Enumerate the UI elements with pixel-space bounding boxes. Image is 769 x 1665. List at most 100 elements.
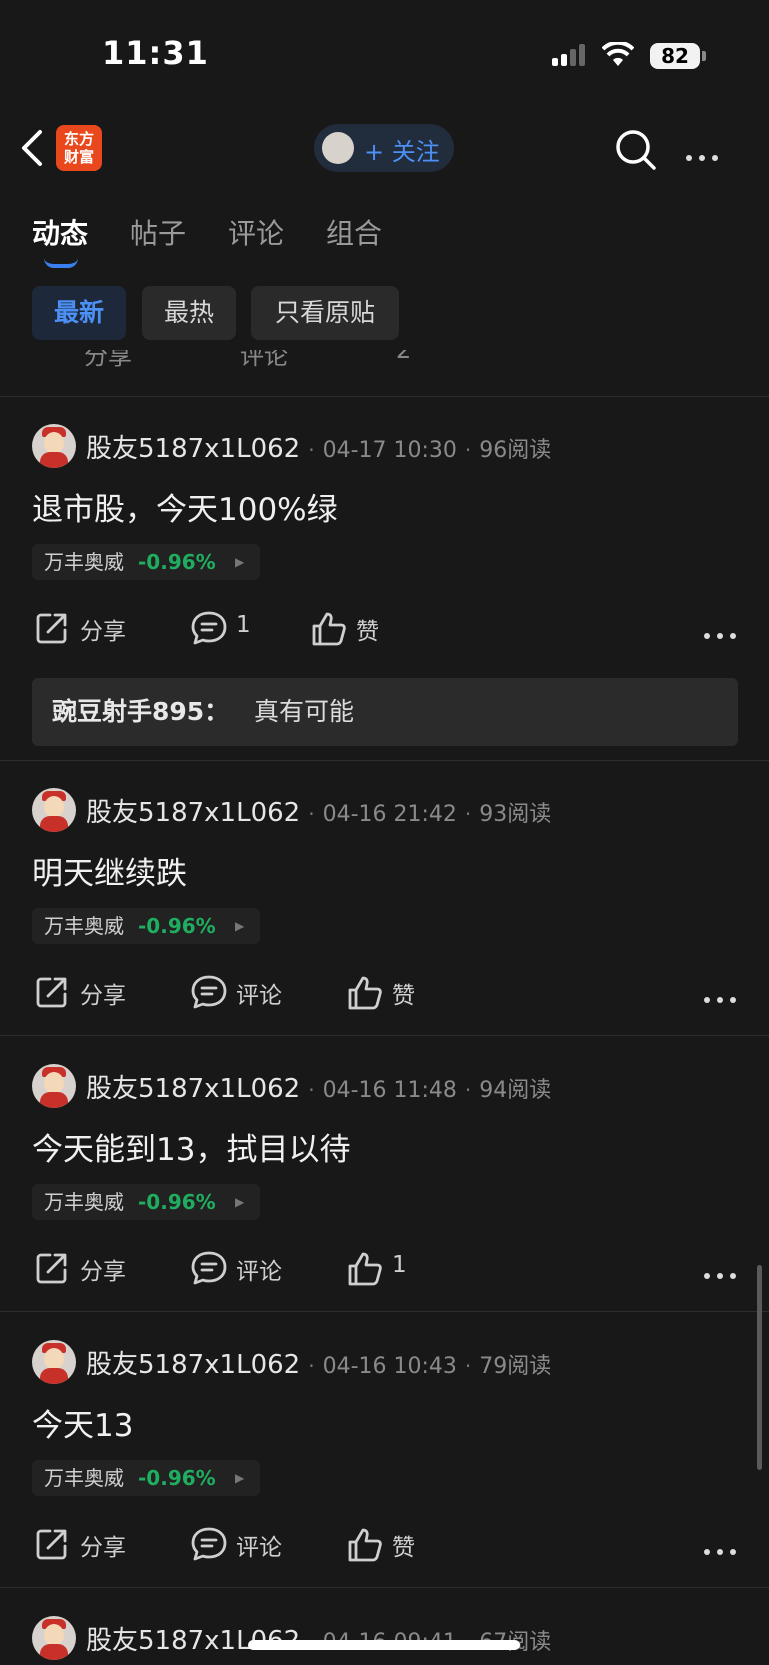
comment-icon (191, 1251, 227, 1285)
reply-preview[interactable]: 豌豆射手895： 真有可能 (32, 678, 738, 746)
more-dots-icon[interactable] (704, 624, 743, 643)
post-meta: 股友5187x1L062 · 04-17 10:30 · 96阅读 (86, 434, 552, 464)
post-meta: 股友5187x1L062 · 04-16 10:43 · 79阅读 (86, 1350, 552, 1380)
post-content[interactable]: 退市股，今天100%绿 (32, 484, 338, 529)
home-indicator[interactable] (248, 1640, 520, 1650)
filter-latest[interactable]: 最新 (32, 286, 126, 340)
post-item[interactable]: 股友5187x1L062 · 04-17 10:30 · 96阅读 退市股，今天100%… (0, 420, 769, 760)
more-dots-icon[interactable] (704, 1540, 743, 1559)
back-chevron-icon[interactable] (18, 128, 46, 172)
avatar[interactable] (32, 424, 76, 468)
avatar[interactable] (32, 788, 76, 832)
filter-bar: 最新 最热 只看原贴 (0, 270, 769, 350)
search-icon[interactable] (614, 128, 658, 176)
tab-portfolio[interactable]: 组合 (326, 212, 382, 252)
play-arrow-icon: ▶ (235, 555, 245, 569)
stock-name: 万丰奥威 (44, 1190, 124, 1214)
post-content[interactable]: 今天能到13，拭目以待 (32, 1124, 350, 1169)
reply-text: 真有可能 (254, 697, 355, 726)
more-dots-icon[interactable] (704, 1264, 743, 1283)
avatar[interactable] (32, 1064, 76, 1108)
post-item[interactable]: 股友5187x1L062·04-16 09:41·67阅读 (0, 1612, 769, 1665)
post-content[interactable]: 明天继续跌 (32, 848, 187, 893)
like-label: 赞 (392, 1535, 415, 1561)
more-dots-icon[interactable] (686, 146, 725, 165)
battery-icon: 82 (650, 43, 700, 69)
post-item[interactable]: 股友5187x1L062 · 04-16 21:42 · 93阅读 明天继续跌 万丰奥威… (0, 784, 769, 1034)
divider (0, 760, 769, 761)
post-item[interactable]: 股友5187x1L062 · 04-16 10:43 · 79阅读 今天13 万丰奥威 … (0, 1336, 769, 1586)
filter-hot[interactable]: 最热 (142, 286, 236, 340)
post-item[interactable]: 股友5187x1L062 · 04-16 11:48 · 94阅读 今天能到13，拭目以… (0, 1060, 769, 1310)
active-tab-indicator (44, 258, 78, 268)
play-arrow-icon: ▶ (235, 1471, 245, 1485)
logo-line-1: 东方 (63, 130, 94, 148)
share-icon (36, 977, 67, 1008)
comment-label: 评论 (236, 1259, 282, 1285)
username[interactable]: 股友5187x1L062 (86, 434, 300, 464)
status-time: 11:31 (102, 34, 209, 72)
filter-original-only[interactable]: 只看原贴 (251, 286, 399, 340)
post-actions: 分享 评论 赞 (0, 1524, 769, 1564)
comment-label[interactable]: 评论 (240, 350, 288, 371)
read-count: 79阅读 (479, 1354, 552, 1379)
username[interactable]: 股友5187x1L062 (86, 1350, 300, 1380)
nav-bar: 东方 财富 + 关注 (0, 110, 769, 192)
avatar[interactable] (32, 1340, 76, 1384)
status-bar: 11:31 82 (0, 0, 769, 110)
play-arrow-icon: ▶ (235, 919, 245, 933)
reply-username[interactable]: 豌豆射手895： (52, 678, 229, 746)
tab-dynamic[interactable]: 动态 (32, 212, 88, 252)
play-arrow-icon: ▶ (235, 1195, 245, 1209)
thumbs-up-icon (348, 976, 382, 1010)
share-label: 分享 (80, 983, 126, 1009)
post-actions: 分享 1 赞 (0, 608, 769, 648)
share-label: 分享 (80, 619, 126, 645)
stock-tag[interactable]: 万丰奥威 -0.96% ▶ (32, 1184, 260, 1220)
like-label: 赞 (356, 619, 379, 645)
post-date: 04-16 11:48 (322, 1078, 457, 1103)
post-date: 04-17 10:30 (322, 438, 457, 463)
comment-icon (191, 1527, 227, 1561)
like-count[interactable]: 2 (396, 350, 411, 364)
share-label[interactable]: 分享 (84, 350, 132, 371)
post-actions: 分享 评论 1 (0, 1248, 769, 1288)
logo-line-2: 财富 (63, 148, 94, 166)
follow-label: + 关注 (364, 138, 440, 166)
tab-posts[interactable]: 帖子 (130, 212, 186, 252)
tab-comments[interactable]: 评论 (228, 212, 284, 252)
wifi-icon (601, 40, 635, 72)
scrollbar[interactable] (757, 1265, 762, 1470)
like-label: 赞 (392, 983, 415, 1009)
comment-icon (191, 975, 227, 1009)
like-label: 1 (392, 1252, 407, 1278)
post-meta: 股友5187x1L062 · 04-16 21:42 · 93阅读 (86, 798, 552, 828)
post-date: 04-16 21:42 (322, 802, 457, 827)
stock-tag[interactable]: 万丰奥威 -0.96% ▶ (32, 1460, 260, 1496)
stock-tag[interactable]: 万丰奥威 -0.96% ▶ (32, 544, 260, 580)
comment-label: 评论 (236, 983, 282, 1009)
share-label: 分享 (80, 1259, 126, 1285)
stock-change: -0.96% (138, 914, 216, 938)
divider (0, 1035, 769, 1036)
comment-label: 评论 (236, 1535, 282, 1561)
avatar[interactable] (32, 1616, 76, 1660)
thumbs-up-icon (312, 612, 346, 646)
stock-change: -0.96% (138, 550, 216, 574)
stock-name: 万丰奥威 (44, 1466, 124, 1490)
username[interactable]: 股友5187x1L062 (86, 1074, 300, 1104)
previous-post-actions: 分享 评论 2 (0, 350, 769, 396)
follow-button[interactable]: + 关注 (314, 124, 454, 172)
stock-tag[interactable]: 万丰奥威 -0.96% ▶ (32, 908, 260, 944)
post-content[interactable]: 今天13 (32, 1400, 133, 1445)
more-dots-icon[interactable] (704, 988, 743, 1007)
divider (0, 1587, 769, 1588)
cellular-signal-icon (552, 44, 588, 66)
post-meta: 股友5187x1L062 · 04-16 11:48 · 94阅读 (86, 1074, 552, 1104)
share-icon (36, 1253, 67, 1284)
username[interactable]: 股友5187x1L062 (86, 798, 300, 828)
thumbs-up-icon (348, 1528, 382, 1562)
stock-name: 万丰奥威 (44, 550, 124, 574)
post-meta: 股友5187x1L062·04-16 09:41·67阅读 (86, 1620, 551, 1657)
thumbs-up-icon (348, 1252, 382, 1286)
